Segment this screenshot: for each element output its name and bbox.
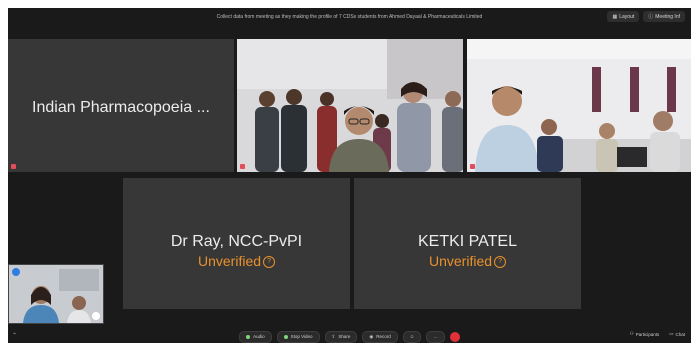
participant-tile-ketki-patel[interactable]: KETKI PATEL Unverified?: [354, 178, 581, 309]
reactions-button[interactable]: ☺: [402, 330, 422, 343]
unverified-status: Unverified?: [123, 253, 350, 269]
participants-label: Participants: [635, 331, 660, 337]
people-icon: ⚇: [629, 331, 634, 336]
question-circle-icon[interactable]: ?: [263, 256, 276, 269]
video-camera-icon: [283, 334, 288, 339]
participants-button[interactable]: ⚇ Participants: [630, 331, 660, 337]
grid-icon: ▦: [612, 13, 618, 20]
microphone-icon: [246, 334, 251, 339]
chat-icon: ▭: [669, 331, 674, 336]
user-badge-icon: [12, 268, 20, 276]
top-bar: Collect data from meeting as they making…: [8, 8, 691, 26]
participant-name: KETKI PATEL: [418, 233, 517, 250]
participant-tile-indian-pharmacopoeia[interactable]: Indian Pharmacopoeia ...: [8, 39, 234, 172]
layout-button[interactable]: ▦ Layout: [607, 11, 640, 22]
chat-label: Chat: [675, 331, 685, 337]
mic-muted-icon: [240, 164, 245, 169]
question-circle-icon[interactable]: ?: [494, 256, 507, 269]
chat-button[interactable]: ▭ Chat: [669, 331, 685, 337]
video-feed-group: [237, 39, 463, 172]
unverified-status: Unverified?: [354, 253, 581, 269]
share-icon: ⇪: [331, 333, 336, 339]
participant-tile-office-video[interactable]: [467, 39, 691, 172]
participant-name: Dr Ray, NCC-PvPI: [170, 233, 303, 250]
toolbar-right: ⚇ Participants ▭ Chat: [630, 331, 685, 337]
expand-icon[interactable]: ⌃: [12, 332, 19, 339]
mic-muted-icon: [470, 164, 475, 169]
smile-icon: ☺: [409, 334, 415, 339]
stop-video-button[interactable]: Stop Video: [276, 330, 320, 343]
video-feed-self: [9, 265, 103, 323]
meeting-toolbar: ⌃ Audio Stop Video ⇪ Share ◉ Record ☺ … …: [8, 330, 691, 343]
record-icon: ◉: [369, 333, 374, 339]
layout-label: Layout: [619, 13, 635, 20]
share-button[interactable]: ⇪ Share: [324, 330, 358, 343]
stop-video-label: Stop Video: [290, 334, 313, 339]
top-right-controls: ▦ Layout ⓘ Meeting Inf: [607, 11, 685, 22]
end-call-button[interactable]: [449, 331, 460, 342]
participant-name: Indian Pharmacopoeia ...: [32, 99, 210, 116]
participant-tile-group-video[interactable]: [237, 39, 463, 172]
mic-muted-icon: [11, 164, 16, 169]
record-label: Record: [376, 334, 391, 339]
meeting-info-label: Meeting Inf: [655, 13, 680, 20]
audio-label: Audio: [253, 334, 265, 339]
unverified-label: Unverified: [197, 253, 262, 269]
unverified-label: Unverified: [428, 253, 493, 269]
camera-icon[interactable]: [92, 312, 100, 320]
record-button[interactable]: ◉ Record: [362, 330, 398, 343]
more-icon: …: [433, 334, 438, 339]
participant-tile-dr-ray[interactable]: Dr Ray, NCC-PvPI Unverified?: [123, 178, 350, 309]
meeting-info-button[interactable]: ⓘ Meeting Inf: [643, 11, 685, 22]
info-icon: ⓘ: [648, 14, 654, 20]
video-call-window: Collect data from meeting as they making…: [8, 8, 691, 343]
self-view-tile[interactable]: [8, 264, 104, 324]
audio-button[interactable]: Audio: [239, 330, 272, 343]
share-label: Share: [338, 334, 351, 339]
meeting-banner-text: Collect data from meeting as they making…: [216, 14, 483, 20]
video-feed-office: [467, 39, 691, 172]
more-button[interactable]: …: [426, 330, 445, 343]
